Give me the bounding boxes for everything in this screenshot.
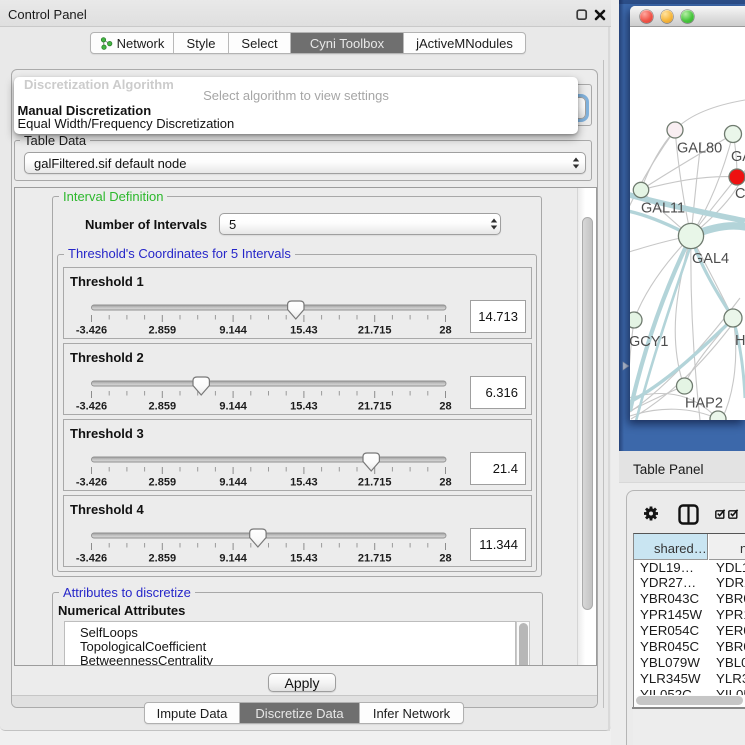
svg-text:GAL80: GAL80 (677, 141, 722, 157)
svg-text:15.43: 15.43 (290, 401, 318, 413)
svg-text:GAL4: GAL4 (692, 251, 729, 267)
svg-text:28: 28 (439, 401, 451, 413)
svg-text:21.715: 21.715 (358, 553, 392, 565)
svg-text:9.144: 9.144 (219, 325, 247, 337)
svg-text:15.43: 15.43 (290, 553, 318, 565)
svg-text:-3.426: -3.426 (76, 325, 107, 337)
svg-text:GAL11: GAL11 (641, 201, 685, 217)
svg-text:-3.426: -3.426 (76, 401, 107, 413)
svg-text:GAL: GAL (731, 149, 745, 165)
svg-text:2.859: 2.859 (149, 401, 177, 413)
svg-text:9.144: 9.144 (219, 553, 247, 565)
svg-text:9.144: 9.144 (219, 477, 247, 489)
svg-text:-3.426: -3.426 (76, 553, 107, 565)
svg-text:CR: CR (735, 186, 745, 202)
svg-text:15.43: 15.43 (290, 477, 318, 489)
svg-text:2.859: 2.859 (149, 477, 177, 489)
svg-text:-3.426: -3.426 (76, 477, 107, 489)
svg-text:GCY1: GCY1 (630, 334, 669, 350)
svg-text:28: 28 (439, 477, 451, 489)
svg-text:21.715: 21.715 (358, 325, 392, 337)
svg-text:2.859: 2.859 (149, 553, 177, 565)
svg-text:15.43: 15.43 (290, 325, 318, 337)
svg-text:HAP2: HAP2 (685, 396, 723, 412)
svg-text:9.144: 9.144 (219, 401, 247, 413)
svg-text:21.715: 21.715 (358, 477, 392, 489)
svg-text:28: 28 (439, 553, 451, 565)
svg-text:28: 28 (439, 325, 451, 337)
svg-text:21.715: 21.715 (358, 401, 392, 413)
svg-text:2.859: 2.859 (149, 325, 177, 337)
svg-text:HI: HI (735, 333, 745, 349)
